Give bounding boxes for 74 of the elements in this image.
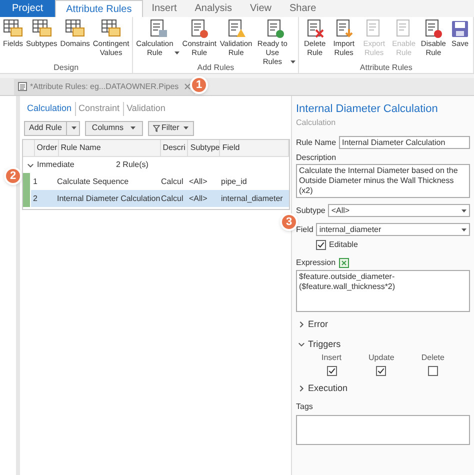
filter-icon — [152, 124, 160, 132]
file-tab[interactable]: Project — [0, 0, 56, 17]
section-header[interactable]: Error — [298, 318, 470, 332]
checkbox-label: Insert — [322, 352, 342, 364]
group-label: Add Rules — [197, 62, 234, 73]
document-icon — [18, 82, 27, 91]
table-cell-text: Calcul — [160, 176, 184, 188]
table-cell-text: Internal Diameter Calculation — [56, 192, 159, 204]
caret-icon — [130, 125, 136, 131]
caret-icon — [27, 162, 34, 168]
rule-tab[interactable]: Validation — [122, 102, 168, 116]
ribbon-tab[interactable]: Insert — [142, 0, 186, 17]
dropdown-field[interactable]: <All> — [328, 204, 470, 217]
close-icon[interactable] — [184, 83, 191, 90]
field-label: Field — [296, 224, 314, 236]
table-row[interactable]: 2 Internal Diameter CalculationCalcul <All> internal_diameter — [23, 190, 289, 207]
split-button[interactable]: Add Rule — [24, 120, 80, 136]
caret-icon — [298, 385, 305, 392]
group-label: Design — [54, 62, 79, 73]
checkbox[interactable] — [428, 366, 438, 376]
field-label: Tags — [296, 400, 314, 412]
callout-badge: 1 — [190, 76, 208, 94]
rule-tab[interactable]: Constraint — [74, 102, 123, 116]
expander[interactable] — [27, 162, 34, 168]
text-area[interactable]: Calculate the Internal Diameter based on the Outside Diameter minus the Wall Thickness (x2) — [296, 164, 470, 198]
ribbon-tab[interactable]: View — [240, 0, 280, 17]
table-cell-text: Calculate Sequence — [56, 176, 130, 188]
input-field[interactable]: Internal Diameter Calculation — [339, 136, 470, 149]
caret-icon — [461, 226, 467, 232]
checkbox[interactable] — [326, 366, 336, 376]
rule-count: 2 Rule(s) — [116, 159, 148, 171]
checkbox-label: Delete — [421, 352, 444, 364]
checkbox[interactable] — [316, 240, 326, 250]
ribbon-tab[interactable]: Share — [280, 0, 326, 17]
table-cell-text: 2 — [32, 192, 38, 204]
checkbox[interactable] — [376, 366, 386, 376]
checkbox-label: Editable — [329, 239, 358, 251]
column-header[interactable]: Rule Name — [58, 140, 161, 156]
expression-builder-icon[interactable] — [338, 258, 349, 268]
field-label: Expression — [296, 257, 336, 269]
caret-icon — [183, 125, 190, 131]
columns-button[interactable]: Columns — [84, 120, 142, 136]
document-tab-title: *Attribute Rules: eg...DATAOWNER.Pipes — [30, 80, 179, 92]
column-header[interactable]: Subtype — [188, 140, 220, 156]
group-label: Attribute Rules — [360, 62, 412, 73]
table-cell-text: pipe_id — [220, 176, 248, 188]
table-cell-text: <All> — [188, 192, 208, 204]
section-header[interactable]: Execution — [298, 382, 470, 396]
filter-button[interactable]: Filter — [148, 120, 194, 136]
ribbon-tab[interactable]: Attribute Rules — [55, 0, 143, 17]
caret-icon — [70, 125, 77, 131]
field-label: Subtype — [296, 204, 326, 216]
field-label: Description — [296, 152, 338, 164]
code-area[interactable]: $feature.outside_diameter- ($feature.wall_thickness*2) — [296, 270, 470, 312]
column-header[interactable]: Descri — [160, 140, 188, 156]
table-cell-text: internal_diameter — [220, 192, 284, 205]
callout-badge: 3 — [280, 213, 298, 231]
column-header[interactable]: Order — [34, 140, 59, 156]
dropdown-field[interactable]: internal_diameter — [316, 223, 470, 236]
table-cell-text: Calcul — [160, 192, 184, 204]
ribbon-tab[interactable]: Analysis — [186, 0, 241, 17]
group-label: Immediate — [37, 159, 76, 171]
table-cell-text: 1 — [32, 176, 38, 188]
checkbox-label: Update — [368, 352, 394, 364]
caret-icon — [461, 208, 467, 214]
panel-title: Internal Diameter Calculation — [296, 102, 439, 116]
table-cell-text: <All> — [188, 176, 208, 188]
panel-subtitle: Calculation — [296, 117, 337, 129]
caret-icon — [298, 321, 305, 328]
rule-tab[interactable]: Calculation — [24, 102, 75, 116]
field-label: Rule Name — [296, 136, 336, 148]
column-header[interactable]: Field — [220, 140, 289, 156]
section-header[interactable]: Triggers — [298, 338, 470, 351]
caret-icon — [298, 340, 305, 348]
